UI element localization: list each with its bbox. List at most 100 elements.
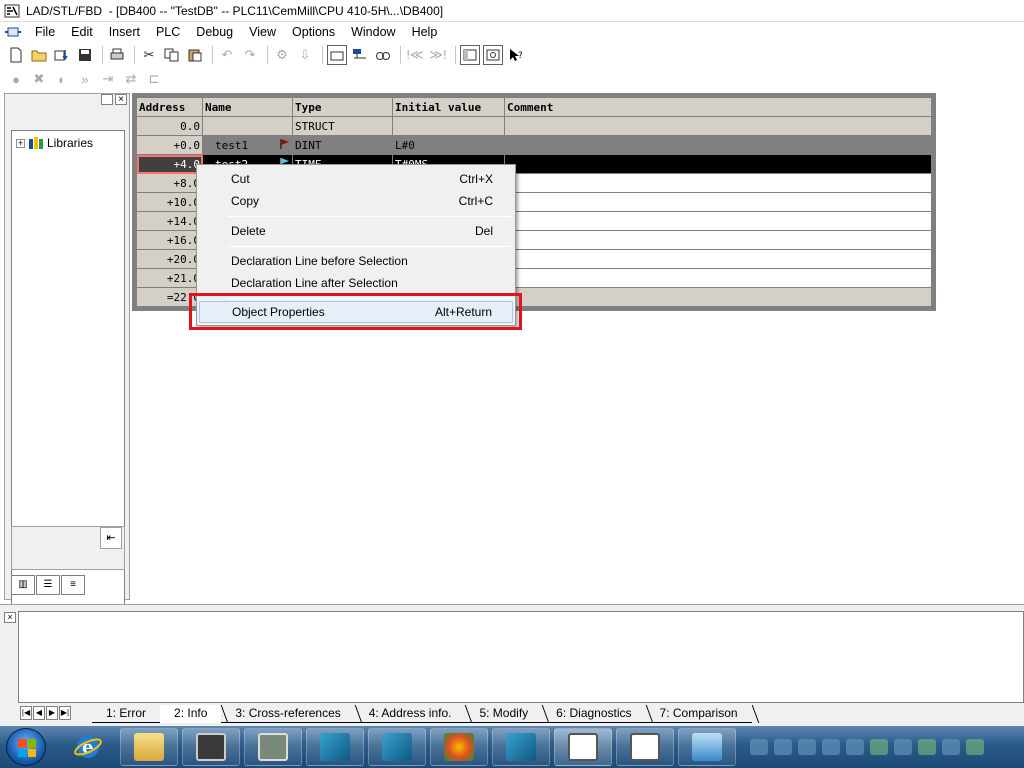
output-pane-close-icon[interactable]: × [4,612,16,623]
menu-debug[interactable]: Debug [188,22,241,42]
image-viewer-icon[interactable] [678,728,736,766]
column-header-comment[interactable]: Comment [504,97,932,117]
context-menu-item-declaration-line-after[interactable]: Declaration Line after Selection [199,272,513,294]
cell-initial-value[interactable] [392,116,505,136]
cell-comment[interactable] [504,173,932,193]
menu-window[interactable]: Window [343,22,403,42]
online-offline-icon[interactable]: ⚙ [272,45,292,65]
call-environment-icon[interactable]: ⊏ [144,69,164,89]
menu-options[interactable]: Options [284,22,343,42]
delete-breakpoints-icon[interactable]: ✖ [29,69,49,89]
cell-comment[interactable] [504,135,932,155]
menu-help[interactable]: Help [404,22,446,42]
tab-cross-references[interactable]: 3: Cross-references [221,705,355,723]
tab-error[interactable]: 1: Error [92,705,161,723]
tab-address-info[interactable]: 4: Address info. [354,705,466,723]
cell-comment[interactable] [504,249,932,269]
title-bar[interactable]: LAD/STL/FBD - [DB400 -- "TestDB" -- PLC1… [0,0,1024,22]
insert-element-button[interactable]: ⇤ [100,527,122,549]
table-row[interactable]: 0.0 STRUCT [136,116,932,136]
open-blocks-icon[interactable] [327,45,347,65]
tab-prev-icon[interactable]: ◀ [33,706,45,720]
breakpoint-icon[interactable]: ● [6,69,26,89]
tray-icon[interactable] [750,739,768,755]
context-menu-item-delete[interactable]: Delete Del [199,220,513,242]
redo-icon[interactable]: ↷ [240,45,260,65]
program-elements-tab-icon[interactable]: ▥ [11,575,35,595]
document-system-menu-icon[interactable] [5,25,21,39]
wincc-icon[interactable] [306,728,364,766]
list-view-tab-icon[interactable]: ≡ [61,575,85,595]
netpro-icon[interactable] [368,728,426,766]
menu-view[interactable]: View [241,22,284,42]
undo-icon[interactable]: ↶ [217,45,237,65]
cell-comment[interactable] [504,154,932,174]
cell-comment[interactable] [504,230,932,250]
context-menu-item-declaration-line-before[interactable]: Declaration Line before Selection [199,250,513,272]
tree-expander[interactable]: + [16,138,25,148]
context-menu-item-copy[interactable]: Copy Ctrl+C [199,190,513,212]
execute-next-statement-icon[interactable]: ⇥ [98,69,118,89]
internet-explorer-icon[interactable]: e [62,728,114,766]
tray-icon[interactable] [774,739,792,755]
call-structure-tab-icon[interactable]: ☰ [36,575,60,595]
execute-call-icon[interactable]: ⇄ [121,69,141,89]
overview-icon[interactable] [460,45,480,65]
tab-diagnostics[interactable]: 6: Diagnostics [542,705,646,723]
tab-last-icon[interactable]: ▶| [59,706,71,720]
paste-icon[interactable] [185,45,205,65]
tray-icon[interactable] [966,739,984,755]
prev-error-icon[interactable]: !≪ [405,45,425,65]
menu-file[interactable]: File [27,22,63,42]
step7-icon[interactable] [492,728,550,766]
tab-info[interactable]: 2: Info [160,705,222,723]
lad-stl-fbd-icon[interactable] [554,728,612,766]
cell-comment[interactable] [504,211,932,231]
cell-initial-value[interactable]: L#0 [392,135,505,155]
tab-first-icon[interactable]: |◀ [20,706,32,720]
copy-icon[interactable] [162,45,182,65]
whats-this-help-icon[interactable]: ? [506,45,526,65]
panel-float-button[interactable] [101,94,113,105]
cell-comment[interactable] [504,116,932,136]
panel-close-button[interactable]: × [115,94,127,105]
menu-plc[interactable]: PLC [148,22,188,42]
zoom-window-icon[interactable] [483,45,503,65]
network-icon[interactable] [350,45,370,65]
cell-type[interactable]: DINT [292,135,393,155]
start-button[interactable] [6,728,46,766]
column-header-name[interactable]: Name [202,97,293,117]
tray-icon[interactable] [822,739,840,755]
tray-icon[interactable] [894,739,912,755]
tray-icon[interactable] [798,739,816,755]
download-icon[interactable] [52,45,72,65]
activate-breakpoints-icon[interactable]: ◐ [52,69,72,89]
context-menu-item-cut[interactable]: Cut Ctrl+X [199,168,513,190]
cell-comment[interactable] [504,287,932,307]
tab-modify[interactable]: 5: Modify [465,705,543,723]
paint-icon[interactable] [430,728,488,766]
menu-insert[interactable]: Insert [101,22,148,42]
menu-edit[interactable]: Edit [63,22,101,42]
column-header-initial-value[interactable]: Initial value [392,97,505,117]
simatic-manager-icon[interactable] [182,728,240,766]
next-breakpoint-icon[interactable]: » [75,69,95,89]
tab-next-icon[interactable]: ▶ [46,706,58,720]
tray-icon[interactable] [870,739,888,755]
cut-icon[interactable]: ✂ [139,45,159,65]
tree-item-libraries[interactable]: + Libraries [12,131,124,150]
new-icon[interactable] [6,45,26,65]
tray-icon[interactable] [942,739,960,755]
tray-icon[interactable] [846,739,864,755]
cell-comment[interactable] [504,192,932,212]
next-error-icon[interactable]: ≫! [428,45,448,65]
open-icon[interactable] [29,45,49,65]
tray-icon[interactable] [918,739,936,755]
table-row[interactable]: +0.0 test1 DINT L#0 [136,135,932,155]
file-explorer-icon[interactable] [120,728,178,766]
cell-name[interactable] [202,116,293,136]
lad-stl-fbd-app-icon[interactable] [4,3,20,19]
cell-type[interactable]: STRUCT [292,116,393,136]
column-header-address[interactable]: Address [136,97,203,117]
cfc-icon[interactable] [616,728,674,766]
